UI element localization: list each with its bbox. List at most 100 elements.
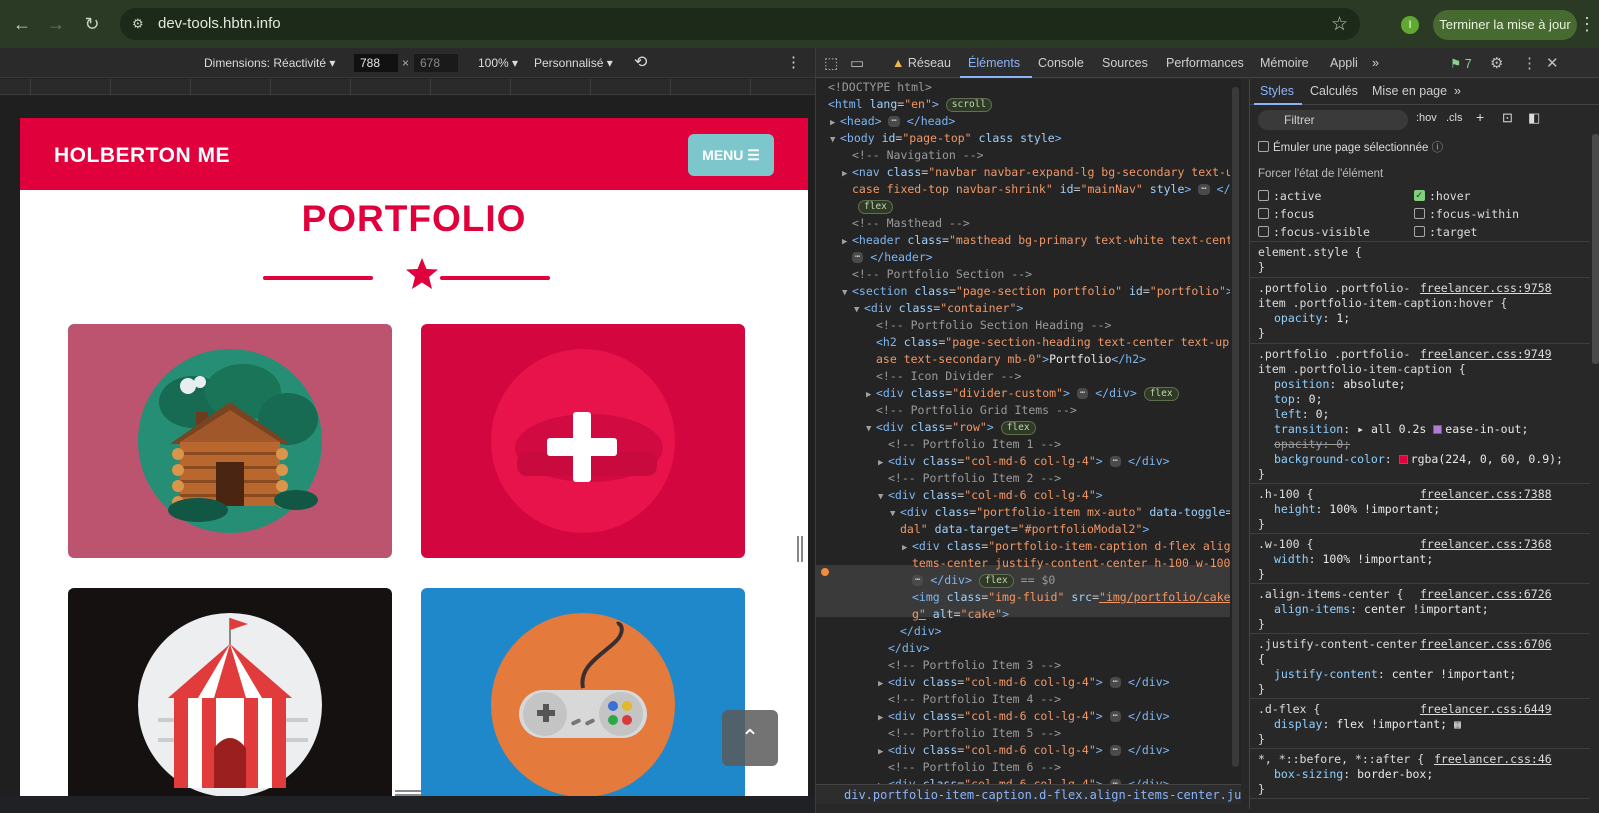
dom-line[interactable]: <!-- Icon Divider -->: [876, 368, 1021, 385]
rotate-icon[interactable]: ⟲: [634, 52, 647, 72]
rule-selector[interactable]: *, *::before, *::after {: [1258, 752, 1424, 767]
dom-line[interactable]: ▶<div class="col-md-6 col-lg-4"> ⋯ </div…: [878, 674, 1170, 691]
portfolio-item-cabin[interactable]: [68, 324, 392, 558]
menu-button[interactable]: MENU ☰: [688, 134, 774, 176]
css-declaration[interactable]: opacity: 1;: [1274, 311, 1350, 326]
state-focus[interactable]: :focus: [1258, 207, 1315, 222]
rule-selector[interactable]: .w-100 {: [1258, 537, 1313, 552]
dom-line[interactable]: ▼ <body id="page-top" class style>: [830, 130, 1062, 147]
rule-selector[interactable]: {: [1258, 652, 1265, 667]
dom-line[interactable]: ▼ <div class="portfolio-item mx-auto" dat…: [890, 504, 1241, 521]
cls-toggle[interactable]: .cls: [1446, 112, 1463, 124]
source-link[interactable]: freelancer.css:9758: [1420, 281, 1552, 295]
dom-line[interactable]: <!DOCTYPE html>: [828, 79, 932, 96]
source-link[interactable]: freelancer.css:7368: [1420, 537, 1552, 551]
paint-roller-icon[interactable]: ⊡: [1502, 110, 1513, 126]
source-link[interactable]: freelancer.css:6449: [1420, 702, 1552, 716]
source-link[interactable]: freelancer.css:46: [1434, 752, 1552, 766]
dom-line[interactable]: ⋯ </header>: [852, 249, 933, 266]
css-declaration[interactable]: background-color: rgba(224, 0, 60, 0.9);: [1274, 452, 1563, 467]
css-declaration[interactable]: transition: ▸ all 0.2s ease-in-out;: [1274, 422, 1528, 437]
dom-line[interactable]: ▼ <div class="col-md-6 col-lg-4">: [878, 487, 1103, 504]
dom-line[interactable]: <!-- Portfolio Item 2 -->: [888, 470, 1061, 487]
dom-line[interactable]: <!-- Navigation -->: [852, 147, 984, 164]
throttle-select[interactable]: Personnalisé ▾: [534, 56, 613, 70]
dom-line-selected[interactable]: tems-center justify-content-center h-100…: [912, 555, 1241, 572]
css-declaration-overridden[interactable]: opacity: 0;: [1274, 437, 1350, 452]
dom-line[interactable]: ase text-secondary mb-0">Portfolio</h2>: [876, 351, 1146, 368]
back-icon[interactable]: ←: [10, 12, 34, 36]
zoom-select[interactable]: 100% ▾: [478, 56, 518, 70]
rule-selector[interactable]: .portfolio .portfolio-: [1258, 347, 1410, 362]
tab-layout[interactable]: Mise en page: [1372, 84, 1447, 98]
dom-line-selected[interactable]: ⋯ </div> flex == $0: [912, 572, 1055, 589]
tab-elements[interactable]: Éléments: [968, 56, 1020, 70]
close-devtools-icon[interactable]: ✕: [1546, 54, 1559, 72]
elements-scroll-thumb[interactable]: [1232, 87, 1239, 767]
dom-line[interactable]: ▶ <head> ⋯ </head>: [830, 113, 955, 130]
state-target-checkbox[interactable]: [1414, 226, 1425, 237]
dom-line[interactable]: <!-- Masthead -->: [852, 215, 970, 232]
dom-line[interactable]: <!-- Portfolio Section Heading -->: [876, 317, 1111, 334]
dom-line[interactable]: <!-- Portfolio Grid Items -->: [876, 402, 1077, 419]
styles-filter-input[interactable]: Filtrer: [1258, 110, 1408, 130]
css-declaration[interactable]: justify-content: center !important;: [1274, 667, 1516, 682]
source-link[interactable]: freelancer.css:6726: [1420, 587, 1552, 601]
css-declaration[interactable]: align-items: center !important;: [1274, 602, 1489, 617]
forward-icon[interactable]: →: [44, 12, 68, 36]
dom-line[interactable]: ▶ <div class="divider-custom"> ⋯ </div> f…: [866, 385, 1179, 402]
portfolio-item-cake[interactable]: [421, 324, 745, 558]
tab-network[interactable]: ▲ Réseau: [892, 56, 951, 70]
state-focus-checkbox[interactable]: [1258, 208, 1269, 219]
emulate-focused-page[interactable]: Émuler une page sélectionnée ⓘ: [1258, 141, 1443, 156]
state-hover-checkbox[interactable]: [1414, 188, 1425, 203]
rule-selector[interactable]: .portfolio .portfolio-: [1258, 281, 1410, 296]
viewport-resize-handle-bottom[interactable]: [395, 790, 421, 796]
dimensions-select[interactable]: Dimensions: Réactivité ▾: [204, 56, 335, 70]
dom-line[interactable]: ▶<div class="col-md-6 col-lg-4"> ⋯ </div…: [878, 453, 1170, 470]
hov-toggle[interactable]: :hov: [1416, 112, 1437, 124]
source-link[interactable]: freelancer.css:9749: [1420, 347, 1552, 361]
portfolio-item-game[interactable]: [421, 588, 745, 796]
site-brand[interactable]: HOLBERTON ME: [54, 144, 230, 168]
dom-line[interactable]: ▼ <div class="row"> flex: [866, 419, 1036, 436]
more-style-tabs-icon[interactable]: »: [1454, 84, 1461, 98]
css-declaration[interactable]: box-sizing: border-box;: [1274, 767, 1433, 782]
tab-sources[interactable]: Sources: [1102, 56, 1148, 70]
flex-editor-icon[interactable]: ▦: [1454, 717, 1461, 731]
state-active[interactable]: :active: [1258, 189, 1321, 204]
tab-styles[interactable]: Styles: [1260, 84, 1294, 98]
rule-selector[interactable]: item .portfolio-item-caption:hover {: [1258, 296, 1507, 311]
dom-line[interactable]: <!-- Portfolio Item 4 -->: [888, 691, 1061, 708]
state-focus-within[interactable]: :focus-within: [1414, 207, 1519, 222]
tab-computed[interactable]: Calculés: [1310, 84, 1358, 98]
styles-scrollbar[interactable]: [1590, 134, 1599, 809]
source-link[interactable]: freelancer.css:6706: [1420, 637, 1552, 651]
tab-application[interactable]: Appli: [1330, 56, 1358, 70]
reload-icon[interactable]: ↻: [80, 12, 104, 36]
inspect-element-icon[interactable]: ⬚: [824, 54, 838, 72]
rule-selector[interactable]: .d-flex {: [1258, 702, 1320, 717]
rule-selector[interactable]: .align-items-center {: [1258, 587, 1403, 602]
dom-line[interactable]: ▶ <header class="masthead bg-primary text…: [842, 232, 1241, 249]
dom-line[interactable]: ▶<div class="col-md-6 col-lg-4"> ⋯ </div…: [878, 708, 1170, 725]
element-style-rule[interactable]: element.style {: [1258, 245, 1362, 260]
dom-line[interactable]: g" alt="cake">: [912, 606, 1009, 623]
dom-line[interactable]: <html lang="en"> scroll: [828, 96, 993, 113]
css-declaration[interactable]: height: 100% !important;: [1274, 502, 1440, 517]
css-declaration[interactable]: left: 0;: [1274, 407, 1329, 422]
devtools-menu-icon[interactable]: ⋮: [1522, 54, 1537, 72]
bookmark-star-icon[interactable]: ☆: [1331, 13, 1348, 36]
device-menu-icon[interactable]: ⋮: [786, 53, 801, 71]
help-icon[interactable]: ⓘ: [1432, 142, 1444, 154]
portfolio-item-circus[interactable]: [68, 588, 392, 796]
browser-menu-icon[interactable]: ⋮: [1578, 14, 1596, 35]
issues-badge[interactable]: ⚑ 7: [1450, 56, 1472, 71]
state-active-checkbox[interactable]: [1258, 190, 1269, 201]
state-focus-visible[interactable]: :focus-visible: [1258, 225, 1370, 240]
dom-line[interactable]: flex: [858, 198, 893, 215]
dom-line[interactable]: <img class="img-fluid" src="img/portfoli…: [912, 589, 1241, 606]
dom-line[interactable]: ▶<div class="col-md-6 col-lg-4"> ⋯ </div…: [878, 742, 1170, 759]
elements-scrollbar[interactable]: [1230, 79, 1241, 784]
height-input[interactable]: 678: [414, 54, 458, 72]
